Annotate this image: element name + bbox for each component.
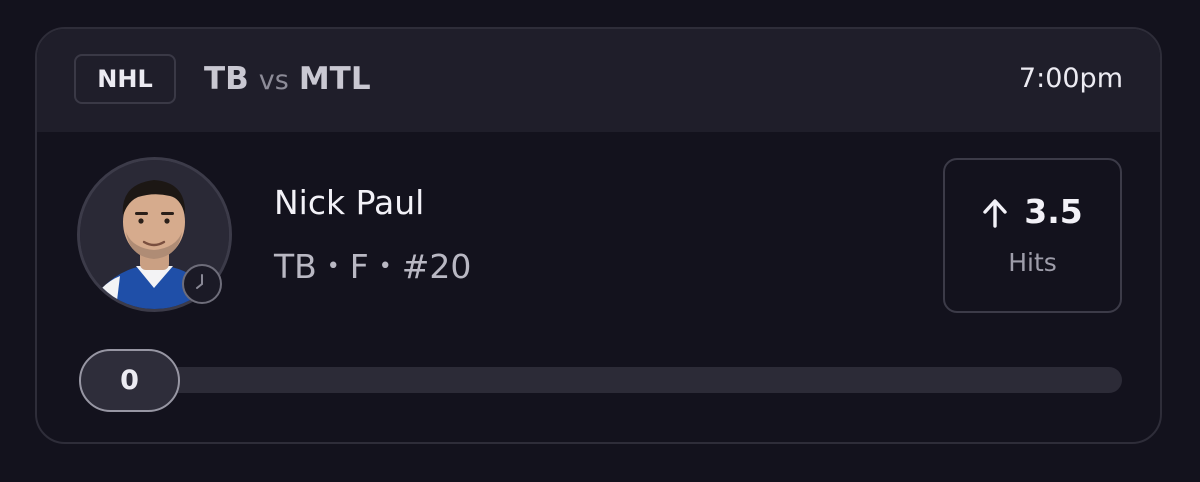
player-number: #20 (401, 247, 472, 286)
line-value: 3.5 (1024, 192, 1083, 231)
progress-track (82, 367, 1122, 393)
home-team: TB (204, 61, 249, 97)
line-stat-type: Hits (1008, 248, 1057, 277)
player-meta: TB • F • #20 (274, 247, 471, 286)
player-team: TB (274, 247, 317, 286)
meta-separator: • (326, 254, 340, 279)
league-badge: NHL (74, 54, 176, 104)
away-team: MTL (298, 61, 371, 97)
line-pick-box[interactable]: 3.5 Hits (943, 158, 1122, 313)
clock-icon (182, 264, 222, 304)
prop-card[interactable]: NHL TB vs MTL 7:00pm Nick Paul TB • F • … (35, 27, 1162, 444)
line-value-row: 3.5 (945, 192, 1120, 232)
matchup: TB vs MTL (204, 57, 371, 101)
meta-separator: • (378, 254, 392, 279)
player-name: Nick Paul (274, 183, 425, 222)
player-position: F (349, 247, 369, 286)
vs-label: vs (258, 65, 289, 96)
progress-current-value: 0 (79, 349, 180, 412)
arrow-up-icon (983, 199, 1007, 228)
game-time: 7:00pm (1018, 63, 1123, 94)
game-header: NHL TB vs MTL 7:00pm (37, 29, 1160, 132)
